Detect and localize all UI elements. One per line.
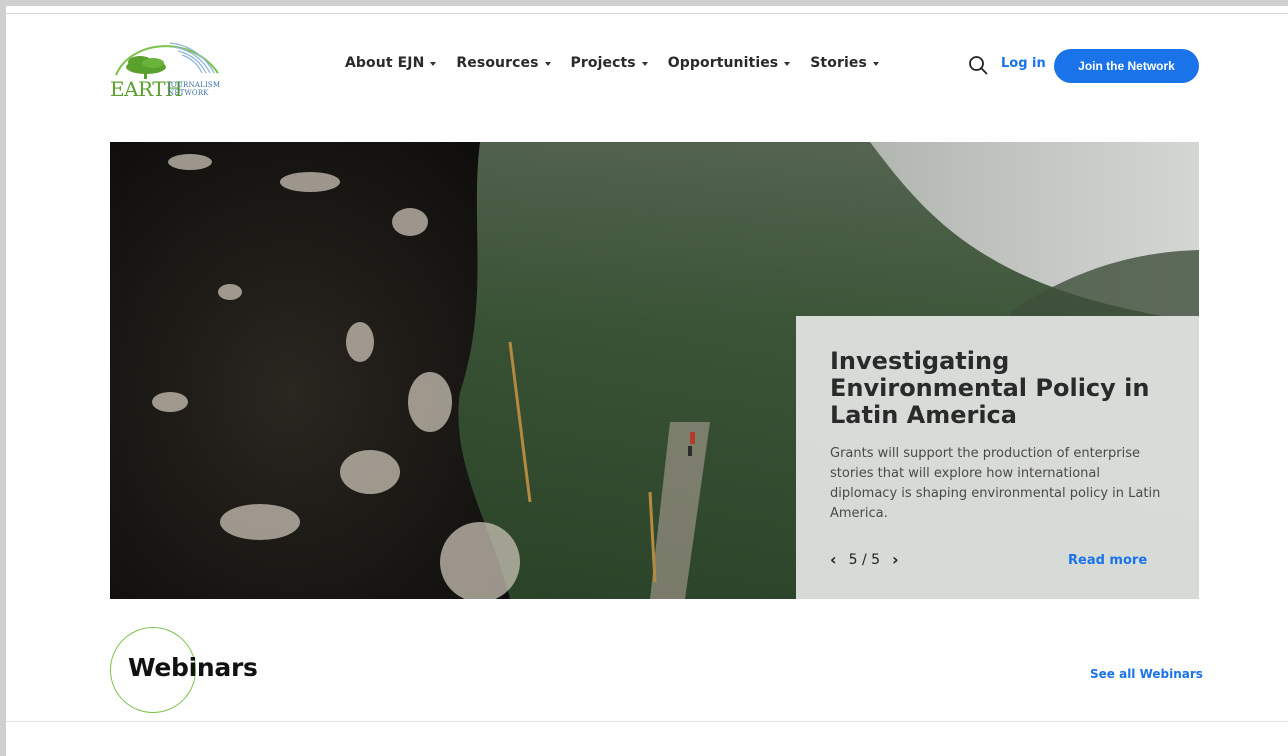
chevron-right-icon[interactable]: ›	[892, 552, 899, 568]
top-bar	[6, 6, 1288, 14]
nav-item-label: Projects	[570, 55, 636, 71]
logo-network-line: NETWORK	[168, 89, 209, 97]
section-divider	[6, 721, 1288, 722]
chevron-left-icon[interactable]: ‹	[830, 552, 837, 568]
nav-item-about[interactable]: About EJN	[345, 55, 437, 71]
nav-item-opportunities[interactable]: Opportunities	[668, 55, 791, 71]
nav-item-label: Opportunities	[667, 55, 779, 71]
caret-down-icon	[872, 61, 879, 66]
caret-down-icon	[641, 61, 648, 66]
nav-item-resources[interactable]: Resources	[456, 55, 551, 71]
logo-journalism-line: JOURNALISM	[168, 81, 221, 89]
hero-slider: Investigating Environmental Policy in La…	[110, 142, 1199, 599]
nav-item-projects[interactable]: Projects	[571, 55, 648, 71]
nav-item-label: About EJN	[345, 55, 425, 71]
hero-description: Grants will support the production of en…	[830, 446, 1161, 521]
hero-title: Investigating Environmental Policy in La…	[830, 347, 1150, 429]
site-logo[interactable]: EARTH JOURNALISM NETWORK	[110, 35, 226, 103]
caret-down-icon	[544, 61, 551, 66]
caret-down-icon	[430, 61, 437, 66]
logo-tree-icon	[115, 42, 219, 79]
nav-item-label: Stories	[810, 55, 867, 71]
join-network-button[interactable]: Join the Network	[1054, 49, 1199, 83]
logo-network-text: JOURNALISM NETWORK	[168, 81, 220, 97]
search-icon[interactable]	[968, 55, 988, 75]
slide-counter: 5 / 5	[848, 552, 881, 568]
webinars-heading: Webinars	[128, 653, 258, 682]
hero-caption-card: Investigating Environmental Policy in La…	[796, 316, 1199, 599]
slide-pager: ‹ 5 / 5 ›	[830, 552, 899, 569]
main-nav: About EJN Resources Projects Opportuniti…	[345, 55, 879, 71]
nav-item-stories[interactable]: Stories	[810, 55, 879, 71]
nav-item-label: Resources	[456, 55, 539, 71]
see-all-webinars-link[interactable]: See all Webinars	[1090, 667, 1203, 681]
caret-down-icon	[784, 61, 791, 66]
login-link[interactable]: Log in	[1001, 56, 1046, 71]
read-more-link[interactable]: Read more	[1068, 553, 1147, 568]
